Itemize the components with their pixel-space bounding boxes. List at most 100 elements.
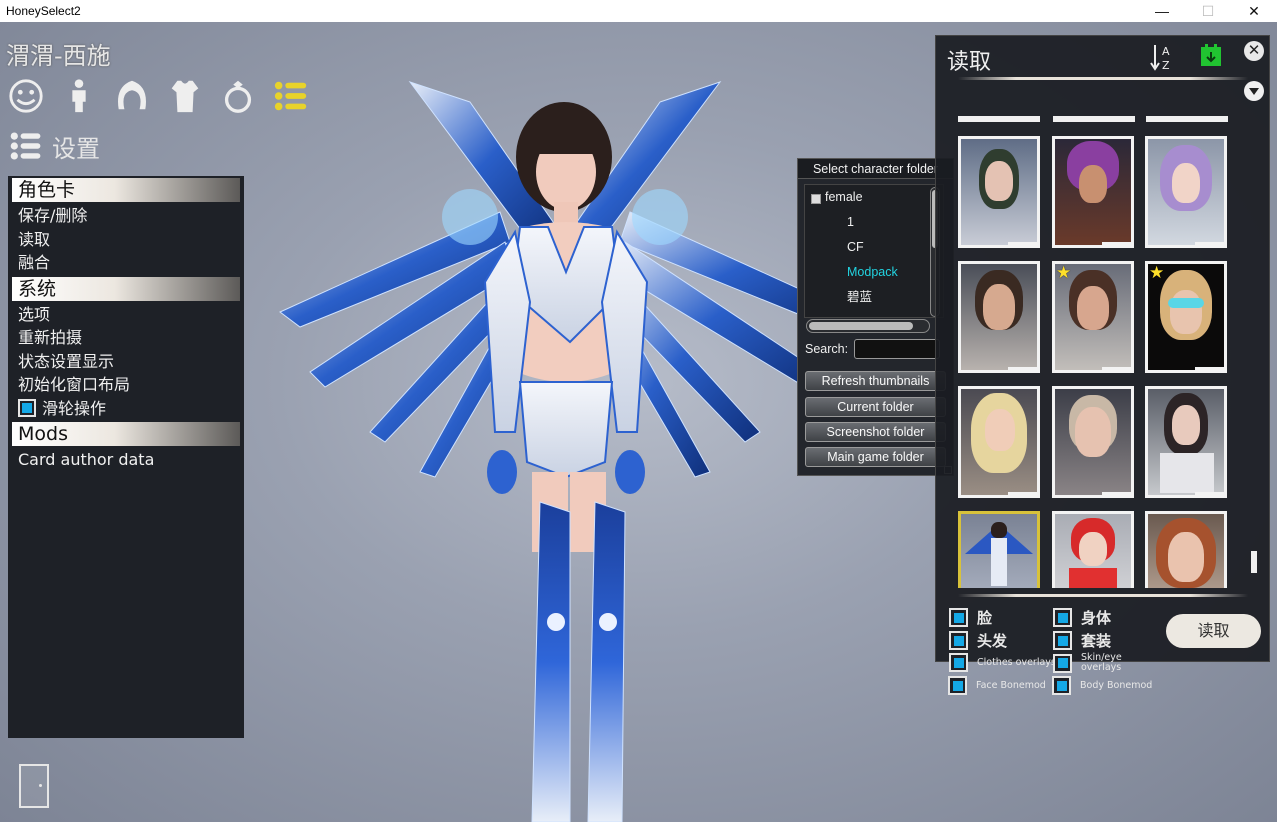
- option-face[interactable]: 脸: [949, 607, 992, 628]
- character-model[interactable]: [270, 42, 860, 822]
- current-folder-button[interactable]: Current folder: [805, 397, 946, 417]
- character-card[interactable]: [1052, 136, 1134, 248]
- character-card[interactable]: [958, 386, 1040, 498]
- menu-options[interactable]: 选项: [8, 303, 244, 327]
- screenshot-folder-button[interactable]: Screenshot folder: [805, 422, 946, 442]
- search-label: Search:: [805, 342, 849, 356]
- menu-recapture[interactable]: 重新拍摄: [8, 326, 244, 350]
- thumbnail-top-strip: [958, 116, 1230, 124]
- hair-checkbox[interactable]: [949, 631, 968, 650]
- character-card[interactable]: ★: [1145, 261, 1227, 373]
- menu-status-display[interactable]: 状态设置显示: [8, 350, 244, 374]
- face-bonemod-checkbox[interactable]: [948, 676, 967, 695]
- character-card-grid: ★ ★: [958, 136, 1230, 588]
- option-clothes-overlays[interactable]: Clothes overlays: [949, 653, 1056, 672]
- window-title: HoneySelect2: [6, 4, 81, 18]
- option-face-bonemod[interactable]: Face Bonemod: [948, 676, 1046, 695]
- clothes-overlays-checkbox[interactable]: [949, 653, 968, 672]
- character-card[interactable]: [1145, 386, 1227, 498]
- sort-az-icon[interactable]: A Z: [1150, 42, 1176, 72]
- menu-reset-layout[interactable]: 初始化窗口布局: [8, 373, 244, 397]
- character-card[interactable]: [958, 261, 1040, 373]
- clothes-icon[interactable]: [165, 76, 205, 116]
- wheel-operation-checkbox[interactable]: [18, 399, 36, 418]
- character-card[interactable]: [1145, 511, 1227, 588]
- exit-door-button[interactable]: [19, 764, 49, 808]
- calendar-icon[interactable]: [1200, 43, 1222, 67]
- refresh-thumbnails-button[interactable]: Refresh thumbnails: [805, 371, 946, 391]
- character-card[interactable]: [1145, 136, 1227, 248]
- minimize-button[interactable]: —: [1139, 0, 1185, 22]
- menu-merge[interactable]: 融合: [8, 251, 244, 275]
- settings-heading: 设置: [8, 128, 100, 164]
- character-card[interactable]: [1052, 386, 1134, 498]
- folder-search-input[interactable]: [854, 339, 941, 359]
- face-label: 脸: [977, 609, 993, 627]
- character-card-selected[interactable]: [958, 511, 1040, 588]
- category-tabbar: [6, 76, 311, 116]
- dropdown-toggle-icon[interactable]: [1244, 81, 1264, 101]
- face-bonemod-label: Face Bonemod: [976, 679, 1046, 691]
- card-grid-scrollbar[interactable]: [1251, 551, 1257, 573]
- option-skin-eye-overlays[interactable]: Skin/eye overlays: [1053, 653, 1125, 673]
- body-label: 身体: [1081, 609, 1112, 627]
- folder-node-modpack[interactable]: Modpack: [805, 260, 943, 285]
- svg-text:A: A: [1162, 45, 1170, 58]
- title-divider: [958, 77, 1248, 80]
- menu-load[interactable]: 读取: [8, 228, 244, 252]
- outfit-label: 套装: [1081, 632, 1112, 650]
- clothes-overlays-label: Clothes overlays: [977, 656, 1056, 668]
- favorite-star-icon: ★: [1056, 263, 1072, 282]
- skin-eye-overlays-checkbox[interactable]: [1053, 653, 1072, 673]
- close-icon[interactable]: ✕: [1244, 41, 1264, 61]
- main-game-folder-button[interactable]: Main game folder: [805, 447, 946, 467]
- folder-node-female[interactable]: female: [805, 185, 943, 210]
- face-checkbox[interactable]: [949, 608, 968, 627]
- body-bonemod-label: Body Bonemod: [1080, 679, 1153, 691]
- body-checkbox[interactable]: [1053, 608, 1072, 627]
- menu-wheel-operation[interactable]: 滑轮操作: [8, 397, 244, 421]
- load-panel: 读取 A Z ✕ ★ ★ 脸 身体 头发 套装 Clothes overlays…: [935, 35, 1270, 673]
- option-outfit[interactable]: 套装: [1053, 630, 1111, 651]
- folder-node-bilan[interactable]: 碧蓝: [805, 285, 943, 310]
- body-icon[interactable]: [59, 76, 99, 116]
- load-panel-title: 读取: [947, 50, 992, 75]
- body-bonemod-checkbox[interactable]: [1052, 676, 1071, 695]
- wheel-operation-label: 滑轮操作: [42, 398, 107, 418]
- maximize-button[interactable]: ☐: [1185, 0, 1231, 22]
- folder-panel-header: Select character folder: [798, 159, 953, 179]
- svg-text:Z: Z: [1162, 59, 1170, 72]
- character-card[interactable]: [1052, 511, 1134, 588]
- character-card[interactable]: [958, 136, 1040, 248]
- option-hair[interactable]: 头发: [949, 630, 1007, 651]
- folder-select-panel: Select character folder female 1 CF Modp…: [797, 158, 954, 476]
- options-divider: [958, 594, 1248, 597]
- hair-icon[interactable]: [112, 76, 152, 116]
- load-button[interactable]: 读取: [1166, 614, 1261, 648]
- menu-save-delete[interactable]: 保存/删除: [8, 204, 244, 228]
- list-icon[interactable]: [271, 76, 311, 116]
- folder-tree: female 1 CF Modpack 碧蓝: [804, 184, 944, 318]
- menu-card-author-data[interactable]: Card author data: [8, 448, 244, 472]
- option-body[interactable]: 身体: [1053, 607, 1111, 628]
- face-icon[interactable]: [6, 76, 46, 116]
- character-name: 渭渭-西施: [6, 42, 111, 70]
- folder-search-row: Search:: [805, 339, 941, 359]
- section-system: 系统: [12, 276, 240, 301]
- 3d-viewport[interactable]: 渭渭-西施 设置 角色卡 保存/删除 读取 融合 系统 选项 重新拍摄 状态设置…: [0, 22, 1277, 822]
- folder-node-1[interactable]: 1: [805, 210, 943, 235]
- character-card[interactable]: ★: [1052, 261, 1134, 373]
- folder-tree-hscrollbar[interactable]: [806, 319, 930, 333]
- settings-label: 设置: [52, 134, 100, 163]
- skin-eye-overlays-label: Skin/eye overlays: [1081, 652, 1122, 673]
- window-titlebar: HoneySelect2 — ☐ ✕: [0, 0, 1277, 22]
- section-character-card: 角色卡: [12, 178, 240, 202]
- option-body-bonemod[interactable]: Body Bonemod: [1052, 676, 1152, 695]
- settings-list-icon: [10, 132, 41, 160]
- outfit-checkbox[interactable]: [1053, 631, 1072, 650]
- favorite-star-icon: ★: [1149, 263, 1165, 282]
- close-window-button[interactable]: ✕: [1231, 0, 1277, 22]
- accessory-icon[interactable]: [218, 76, 258, 116]
- folder-node-cf[interactable]: CF: [805, 235, 943, 260]
- settings-menu: 角色卡 保存/删除 读取 融合 系统 选项 重新拍摄 状态设置显示 初始化窗口布…: [8, 176, 244, 738]
